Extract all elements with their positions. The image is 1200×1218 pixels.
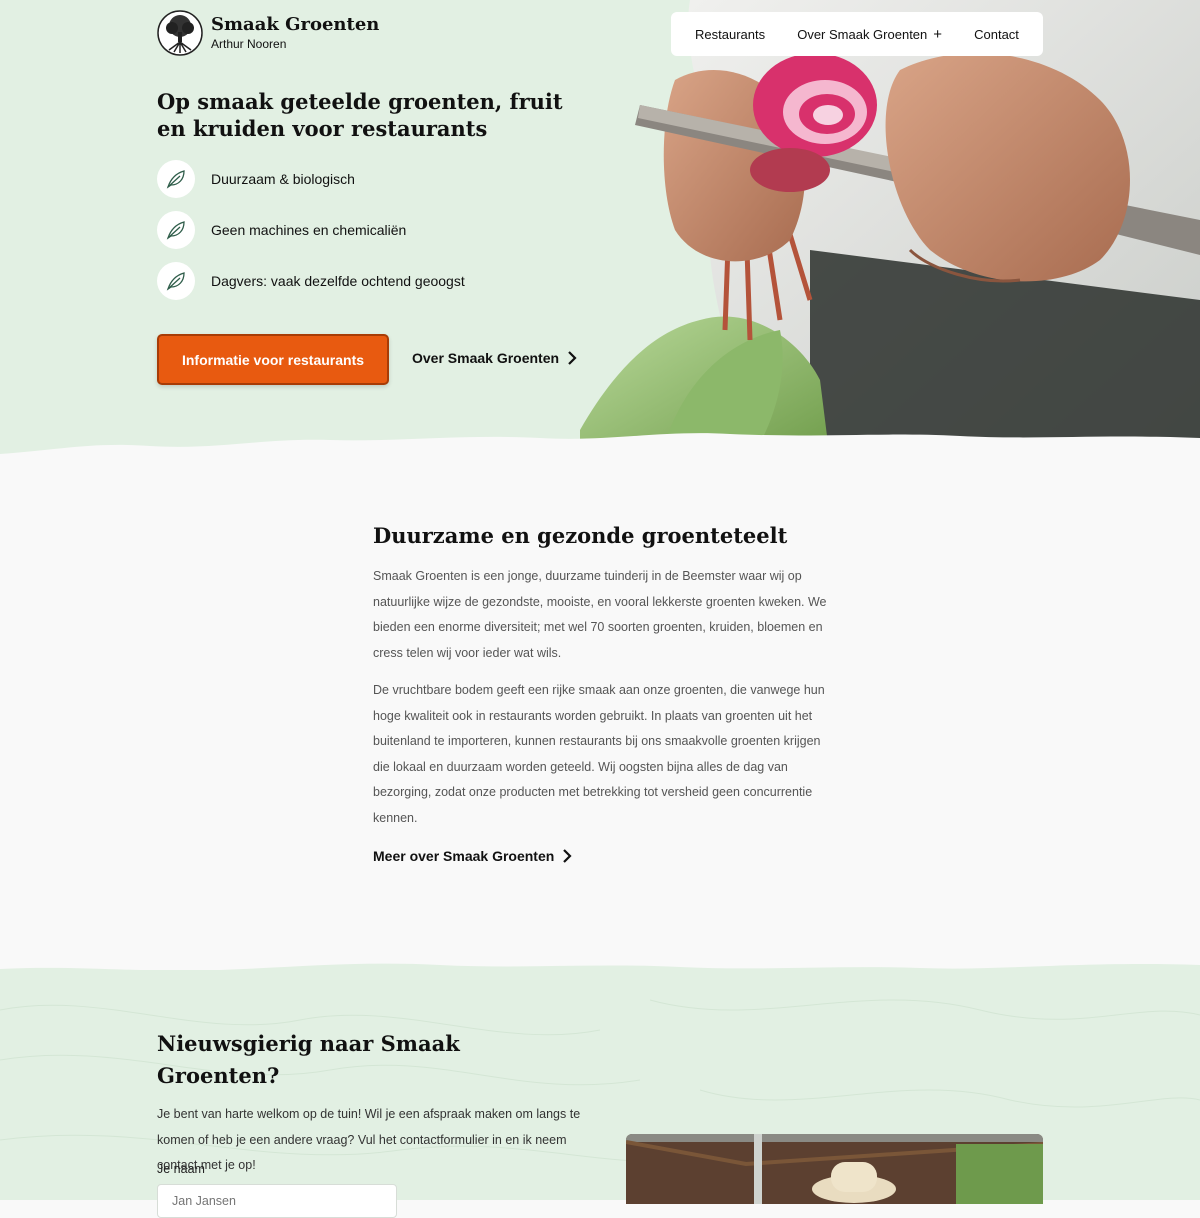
about-title: Duurzame en gezonde groenteteelt xyxy=(373,523,788,548)
feature-label: Geen machines en chemicaliën xyxy=(211,222,407,238)
brand-name: Smaak Groenten xyxy=(211,14,380,35)
nav-item-over-smaak-groenten[interactable]: Over Smaak Groenten + xyxy=(797,26,942,43)
feature-item: Geen machines en chemicaliën xyxy=(157,210,465,250)
leaf-icon xyxy=(157,211,195,249)
more-about-link-label: Meer over Smaak Groenten xyxy=(373,848,555,864)
leaf-icon xyxy=(157,262,195,300)
nav-item-restaurants[interactable]: Restaurants xyxy=(695,27,765,42)
tree-logo-icon xyxy=(157,10,203,56)
hero-title: Op smaak geteelde groenten, fruit en kru… xyxy=(157,89,563,141)
name-input[interactable] xyxy=(157,1184,397,1218)
contact-section: Nieuwsgierig naar Smaak Groenten? Je ben… xyxy=(157,1028,587,1179)
chevron-right-icon xyxy=(568,351,577,365)
leaf-icon xyxy=(157,160,195,198)
feature-item: Duurzaam & biologisch xyxy=(157,159,465,199)
restaurant-info-button[interactable]: Informatie voor restaurants xyxy=(157,334,389,385)
feature-list: Duurzaam & biologisch Geen machines en c… xyxy=(157,159,465,312)
hero-photo-beet-cutting xyxy=(580,0,1200,460)
name-field-label: Je naam xyxy=(157,1162,205,1176)
farmer-photo xyxy=(626,1134,1043,1204)
site-logo[interactable]: Smaak Groenten Arthur Nooren xyxy=(157,10,379,56)
feature-label: Dagvers: vaak dezelfde ochtend geoogst xyxy=(211,273,465,289)
plus-icon: + xyxy=(933,25,943,43)
about-paragraph-2: De vruchtbare bodem geeft een rijke smaa… xyxy=(373,683,825,825)
contact-title: Nieuwsgierig naar Smaak Groenten? xyxy=(157,1031,460,1088)
contact-text: Je bent van harte welkom op de tuin! Wil… xyxy=(157,1107,581,1172)
about-link[interactable]: Over Smaak Groenten xyxy=(412,350,577,366)
about-link-label: Over Smaak Groenten xyxy=(412,350,560,366)
torn-paper-edge xyxy=(0,433,1200,460)
about-section: Duurzame en gezonde groenteteelt Smaak G… xyxy=(373,520,833,843)
more-about-link[interactable]: Meer over Smaak Groenten xyxy=(373,848,572,864)
chevron-right-icon xyxy=(563,849,572,863)
feature-item: Dagvers: vaak dezelfde ochtend geoogst xyxy=(157,261,465,301)
feature-label: Duurzaam & biologisch xyxy=(211,171,355,187)
nav-item-contact[interactable]: Contact xyxy=(974,27,1019,42)
hero-section: Smaak Groenten Arthur Nooren Restaurants… xyxy=(0,0,1200,460)
main-navigation: Restaurants Over Smaak Groenten + Contac… xyxy=(671,12,1043,56)
about-paragraph-1: Smaak Groenten is een jonge, duurzame tu… xyxy=(373,569,827,660)
nav-item-label: Over Smaak Groenten xyxy=(797,26,928,42)
brand-owner: Arthur Nooren xyxy=(211,37,287,51)
